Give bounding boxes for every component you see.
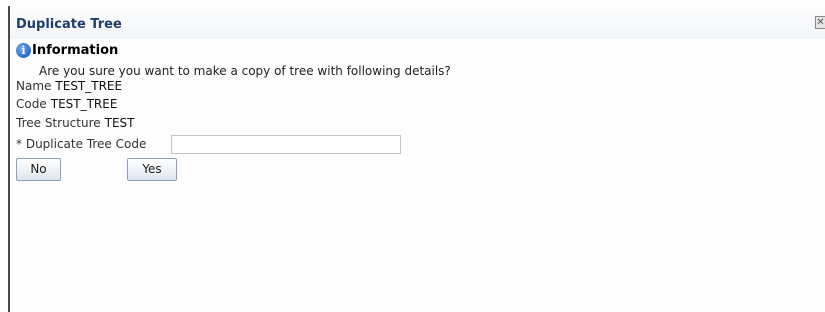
information-title: Information <box>32 42 119 58</box>
duplicate-tree-code-label: Duplicate Tree Code <box>25 137 147 151</box>
name-label: Name <box>16 79 52 93</box>
name-value: TEST_TREE <box>55 79 123 93</box>
tree-structure-field: Tree Structure TEST <box>16 116 135 130</box>
dialog-title: Duplicate Tree <box>16 17 122 32</box>
no-button[interactable]: No <box>16 158 61 181</box>
dialog-left-border <box>8 6 10 312</box>
info-icon: i <box>16 42 31 58</box>
duplicate-tree-code-field: * Duplicate Tree Code <box>16 137 146 151</box>
tree-structure-value: TEST <box>104 116 135 130</box>
close-icon[interactable]: ✕ <box>815 16 825 29</box>
yes-button[interactable]: Yes <box>127 158 177 181</box>
code-value: TEST_TREE <box>50 97 118 111</box>
required-marker: * <box>16 137 22 151</box>
tree-structure-label: Tree Structure <box>16 116 101 130</box>
information-header: i Information <box>16 41 118 59</box>
code-field: Code TEST_TREE <box>16 97 117 111</box>
name-field: Name TEST_TREE <box>16 79 122 93</box>
duplicate-tree-dialog: Duplicate Tree ✕ i Information Are you s… <box>0 0 825 312</box>
duplicate-tree-code-input[interactable] <box>171 135 401 154</box>
code-label: Code <box>16 97 47 111</box>
confirmation-message: Are you sure you want to make a copy of … <box>39 64 451 78</box>
dialog-title-bar: Duplicate Tree ✕ <box>10 11 825 39</box>
